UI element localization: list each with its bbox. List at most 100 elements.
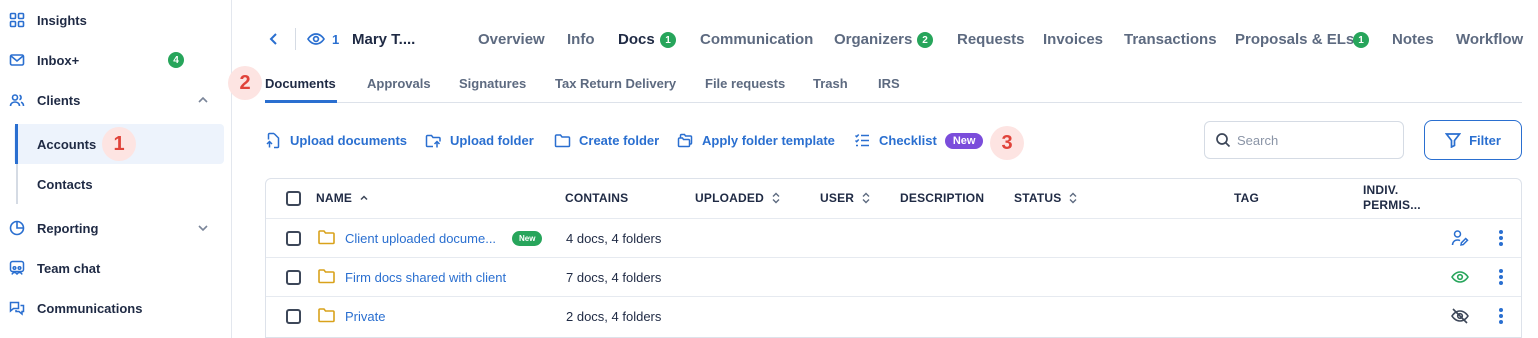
subtab-tax-return-delivery[interactable]: Tax Return Delivery	[555, 76, 676, 91]
filter-icon	[1445, 133, 1462, 148]
subtab-approvals[interactable]: Approvals	[367, 76, 431, 91]
chat-bubbles-icon	[9, 300, 25, 316]
tab-invoices[interactable]: Invoices	[1043, 31, 1103, 48]
sidebar-item-label: Team chat	[37, 260, 101, 276]
folder-icon	[318, 308, 335, 323]
chevron-down-icon[interactable]	[196, 221, 210, 235]
subtab-documents[interactable]: Documents	[265, 76, 336, 91]
upload-folder-icon	[425, 134, 441, 148]
organizers-count-badge: 2	[917, 32, 933, 48]
contains-value: 4 docs, 4 folders	[566, 231, 662, 246]
search-box[interactable]	[1204, 121, 1404, 159]
row-checkbox[interactable]	[286, 270, 301, 285]
create-folder-button[interactable]: Create folder	[554, 132, 659, 149]
filter-label: Filter	[1469, 132, 1501, 148]
new-badge: New	[512, 231, 543, 246]
table-row[interactable]: Firm docs shared with client 7 docs, 4 f…	[266, 257, 1521, 296]
user-edit-icon[interactable]	[1451, 229, 1469, 247]
sort-asc-icon	[360, 195, 368, 201]
checklist-button[interactable]: Checklist New	[854, 132, 984, 149]
tab-communication[interactable]: Communication	[700, 31, 813, 48]
sidebar-item-insights[interactable]: Insights	[0, 2, 232, 38]
back-chevron-icon[interactable]	[266, 30, 282, 48]
sort-icon	[772, 192, 780, 204]
sidebar-subitem-accounts[interactable]: Accounts	[37, 137, 96, 152]
upload-folder-button[interactable]: Upload folder	[425, 132, 534, 149]
sidebar-item-clients[interactable]: Clients	[0, 82, 232, 118]
column-header-status[interactable]: STATUS	[1014, 191, 1077, 205]
mail-icon	[9, 52, 25, 68]
filter-button[interactable]: Filter	[1424, 120, 1522, 160]
subtab-irs[interactable]: IRS	[878, 76, 900, 91]
upload-folder-label: Upload folder	[450, 133, 534, 148]
tab-workflow[interactable]: Workflow	[1456, 31, 1523, 48]
callout-2: 2	[228, 66, 262, 100]
sidebar-item-reporting[interactable]: Reporting	[0, 210, 232, 246]
more-options-icon[interactable]	[1498, 308, 1504, 324]
pie-chart-icon	[9, 220, 25, 236]
tab-info[interactable]: Info	[567, 31, 595, 48]
create-folder-label: Create folder	[579, 133, 660, 148]
new-badge: New	[944, 132, 984, 149]
chevron-up-icon[interactable]	[196, 93, 210, 107]
contains-value: 7 docs, 4 folders	[566, 270, 662, 285]
folder-icon	[554, 134, 571, 148]
column-header-indiv-permissions: INDIV. PERMIS...	[1363, 183, 1421, 213]
subtab-file-requests[interactable]: File requests	[705, 76, 785, 91]
upload-file-icon	[266, 132, 280, 149]
upload-documents-label: Upload documents	[290, 133, 408, 148]
select-all-checkbox[interactable]	[286, 191, 301, 206]
column-header-name[interactable]: NAME	[316, 191, 368, 205]
upload-documents-button[interactable]: Upload documents	[265, 132, 407, 149]
tab-proposals[interactable]: Proposals & ELs	[1235, 31, 1354, 48]
table-row[interactable]: Private 2 docs, 4 folders	[266, 296, 1521, 335]
sidebar-item-label: Communications	[37, 300, 143, 316]
sidebar-subitem-contacts[interactable]: Contacts	[37, 177, 93, 192]
tab-requests[interactable]: Requests	[957, 31, 1025, 48]
docs-count-badge: 1	[660, 32, 676, 48]
column-label: STATUS	[1014, 191, 1062, 205]
more-options-icon[interactable]	[1498, 269, 1504, 285]
folder-template-icon	[677, 133, 693, 148]
proposals-count-badge: 1	[1353, 32, 1369, 48]
sidebar-item-inbox[interactable]: Inbox+ 4	[0, 42, 232, 78]
row-checkbox[interactable]	[286, 231, 301, 246]
folder-name-link[interactable]: Firm docs shared with client	[345, 270, 506, 285]
column-label: DESCRIPTION	[900, 191, 985, 205]
folder-name-link[interactable]: Client uploaded docume...	[345, 231, 496, 246]
contains-value: 2 docs, 4 folders	[566, 309, 662, 324]
eye-off-icon[interactable]	[1451, 307, 1469, 325]
subtab-trash[interactable]: Trash	[813, 76, 848, 91]
sidebar-item-team-chat[interactable]: Team chat	[0, 250, 232, 286]
client-name[interactable]: Mary T....	[352, 31, 415, 48]
tab-organizers[interactable]: Organizers	[834, 31, 912, 48]
active-indicator	[15, 124, 18, 164]
more-options-icon[interactable]	[1498, 230, 1504, 246]
folder-name-link[interactable]: Private	[345, 309, 385, 324]
search-input[interactable]	[1237, 132, 1397, 148]
team-chat-icon	[9, 260, 25, 276]
checklist-icon	[854, 133, 869, 147]
apply-folder-template-button[interactable]: Apply folder template	[677, 132, 835, 149]
tab-overview[interactable]: Overview	[478, 31, 545, 48]
eye-icon[interactable]	[1451, 270, 1469, 284]
column-label: INDIV.	[1363, 183, 1399, 197]
eye-icon	[307, 31, 325, 50]
column-header-uploaded[interactable]: UPLOADED	[695, 191, 780, 205]
column-label: NAME	[316, 191, 353, 205]
table-row[interactable]: Client uploaded docume... New 4 docs, 4 …	[266, 218, 1521, 257]
tab-notes[interactable]: Notes	[1392, 31, 1434, 48]
sort-icon	[862, 192, 870, 204]
tab-docs[interactable]: Docs	[618, 31, 655, 48]
callout-3: 3	[990, 126, 1024, 160]
sidebar-item-communications[interactable]: Communications	[0, 290, 232, 326]
row-checkbox[interactable]	[286, 309, 301, 324]
column-label: PERMIS...	[1363, 198, 1421, 212]
tab-transactions[interactable]: Transactions	[1124, 31, 1217, 48]
column-header-user[interactable]: USER	[820, 191, 870, 205]
column-label: UPLOADED	[695, 191, 764, 205]
sidebar-item-label: Clients	[37, 92, 81, 108]
sidebar: Insights Inbox+ 4 Clients Accounts 1 Con…	[0, 0, 232, 338]
subtab-signatures[interactable]: Signatures	[459, 76, 526, 91]
subtab-divider	[265, 102, 1522, 103]
